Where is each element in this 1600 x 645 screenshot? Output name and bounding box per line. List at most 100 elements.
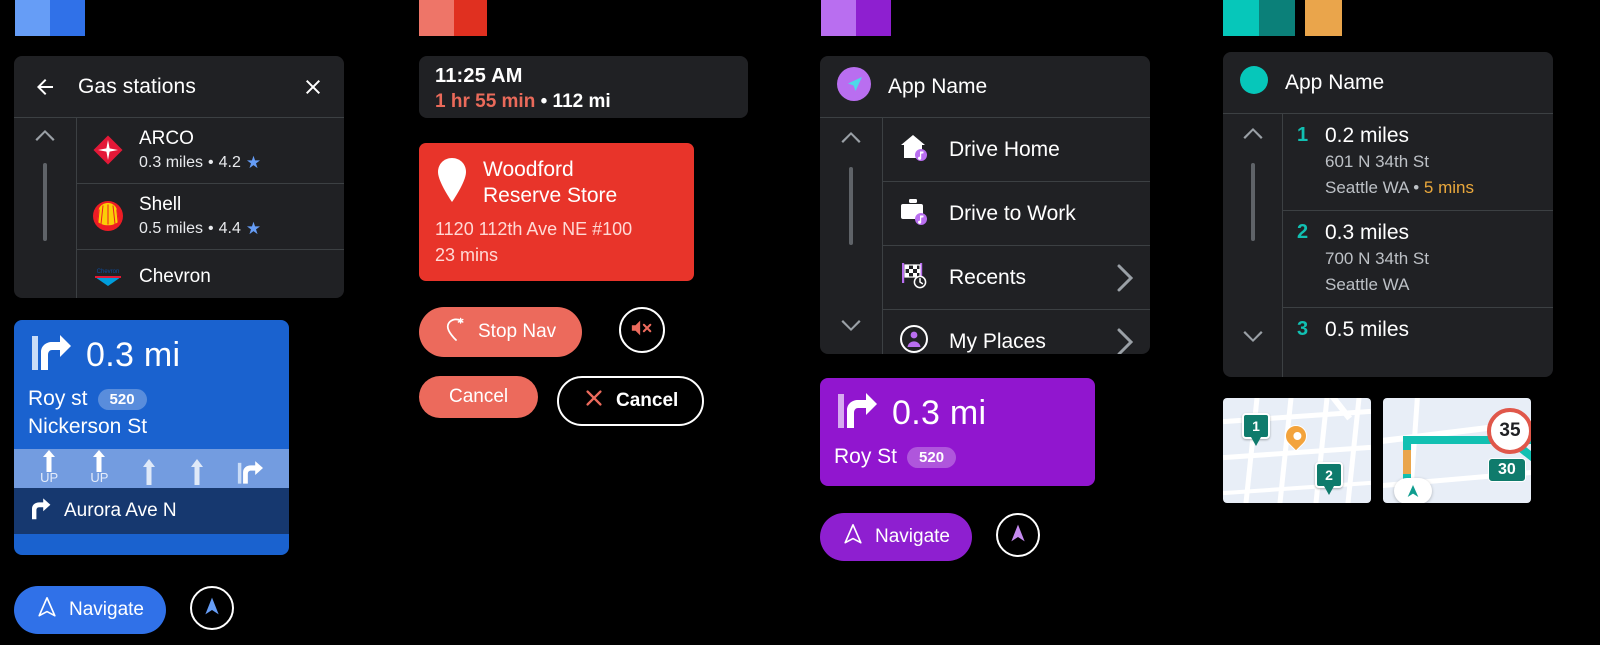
star-icon: ★ [245,152,262,172]
scrollbar-thumb[interactable] [849,167,853,245]
swatch-blue-dark [50,0,85,36]
separator-dot: • [540,91,548,112]
lane-item: UP [40,449,58,485]
turn-right-icon [28,496,52,526]
cancel-button-filled[interactable]: Cancel [419,376,539,418]
stop-nav-button[interactable]: Stop Nav [419,307,583,357]
gas-stations-header: Gas stations [14,56,344,118]
menu-item-my-places[interactable]: My Places [883,310,1150,354]
navigate-button[interactable]: Navigate [14,586,166,634]
teal-circle-icon [1239,65,1269,100]
menu-item-recents[interactable]: Recents [883,246,1150,310]
app-panel-body: Drive Home Drive to Work Recents My Plac… [820,118,1150,354]
volume-mute-icon [630,318,654,343]
route-shield-badge: 520 [907,446,957,468]
vehicle-arrow-icon [1394,478,1432,503]
list-item[interactable]: ARCO 0.3 miles • 4.2 ★ [77,118,344,184]
list-item[interactable]: 2 0.3 miles 700 N 34th St Seattle WA [1283,211,1553,308]
nav-card-maneuver-row: 0.3 mi [834,390,1081,437]
list-item-distance: 0.2 miles [1325,124,1410,147]
app-panel-teal: App Name 1 0.2 miles 601 N 34th St Seatt… [1223,52,1553,377]
close-icon [583,387,605,415]
chevron-down-icon[interactable] [840,317,862,336]
app-panel-header: App Name [1223,52,1553,114]
distance-remaining: 0.3 mi [86,336,181,374]
destination-address: 1120 112th Ave NE #100 [435,219,633,240]
arrival-time: 11:25 AM [435,65,523,87]
page-title: Gas stations [78,74,196,98]
arrow-left-icon[interactable] [32,74,58,100]
menu-item-drive-to-work[interactable]: Drive to Work [883,182,1150,246]
briefcase-icon [899,196,929,231]
scrollbar-track[interactable] [14,118,77,298]
list-item[interactable]: 1 0.2 miles 601 N 34th St Seattle WA • 5… [1283,114,1553,211]
list-item[interactable]: Chevron Chevron [77,250,344,298]
recenter-button[interactable] [190,586,234,630]
gas-stations-panel: Gas stations ARCO 0.3 miles • 4.2 ★ Shel… [14,56,344,298]
shell-logo-icon [91,199,125,233]
app-panel-header: App Name [820,56,1150,118]
home-icon [899,132,929,167]
lane-guidance-strip: UP UP [14,449,289,488]
chevron-up-icon[interactable] [840,132,862,151]
list-item-subtitle: 0.5 miles • 4.4 ★ [139,219,261,239]
menu-item-drive-home[interactable]: Drive Home [883,118,1150,182]
nav-card-maneuver-row: 0.3 mi [28,332,275,379]
svg-text:Chevron: Chevron [97,269,120,275]
next-step-street: Aurora Ave N [64,500,177,521]
list-item-address: 700 N 34th St [1325,248,1429,268]
chevron-logo-icon: Chevron [91,260,125,294]
separator-dot: • [208,219,214,237]
list-item-title: ARCO [139,128,194,149]
scrollbar-track[interactable] [1223,114,1283,377]
stop-nav-icon [445,317,467,347]
swatch-teal-light [1223,0,1259,36]
destination-card[interactable]: Woodford Reserve Store 1120 112th Ave NE… [419,143,694,281]
checkered-flag-clock-icon [899,260,929,295]
distance-text: 0.5 miles [139,219,204,237]
separator-dot: • [208,153,214,171]
list-item-address: 601 N 34th St [1325,152,1429,171]
navigate-button[interactable]: Navigate [820,513,972,561]
recenter-arrow-icon [1008,522,1028,549]
trip-details-row: 1 hr 55 min • 112 mi [435,91,732,113]
lane-label: UP [90,469,109,485]
map-pin-icon [435,157,469,208]
turn-right-icon [834,390,878,437]
map-thumbnail-route[interactable]: 35 30 [1383,398,1531,503]
menu-item-label: My Places [949,329,1046,353]
chevron-up-icon[interactable] [34,130,56,147]
distance-text: 0.3 miles [139,153,204,171]
trip-duration: 1 hr 55 min [435,91,536,112]
scrollbar-thumb[interactable] [1250,163,1255,241]
app-name-label: App Name [1285,70,1385,94]
current-street-row: Roy St 520 [834,445,1081,469]
speed-limit-sign: 35 [1487,408,1531,454]
list-item[interactable]: 3 0.5 miles [1283,308,1553,352]
list-item-city: Seattle WA [1325,274,1410,294]
stop-nav-label: Stop Nav [478,321,557,342]
app-panel-body: 1 0.2 miles 601 N 34th St Seattle WA • 5… [1223,114,1553,377]
cross-street-name: Nickerson St [28,415,148,438]
list-item[interactable]: Shell 0.5 miles • 4.4 ★ [77,184,344,250]
list-item-index: 3 [1297,317,1309,340]
scrollbar-thumb[interactable] [43,163,47,241]
scrollbar-track[interactable] [820,118,883,354]
chevron-up-icon[interactable] [1242,128,1264,147]
menu-item-label: Drive to Work [949,201,1076,225]
destination-header: Woodford Reserve Store [435,157,678,208]
swatch-blue-light [15,0,50,36]
recenter-button[interactable] [996,513,1040,557]
screenshot-root: Gas stations ARCO 0.3 miles • 4.2 ★ Shel… [0,0,1600,645]
navigation-arrow-icon [36,596,58,624]
chevron-down-icon[interactable] [1242,328,1264,347]
close-icon[interactable] [300,74,326,100]
destination-eta: 23 mins [435,244,499,265]
cancel-button-outlined[interactable]: Cancel [557,376,705,426]
mute-button[interactable] [619,307,665,353]
turn-right-icon [28,332,72,379]
lane-item-active [237,458,263,485]
map-thumbnail-pins[interactable]: 1 2 [1223,398,1371,503]
navigation-arrow-icon [842,523,864,551]
swatch-purple-light [821,0,856,36]
